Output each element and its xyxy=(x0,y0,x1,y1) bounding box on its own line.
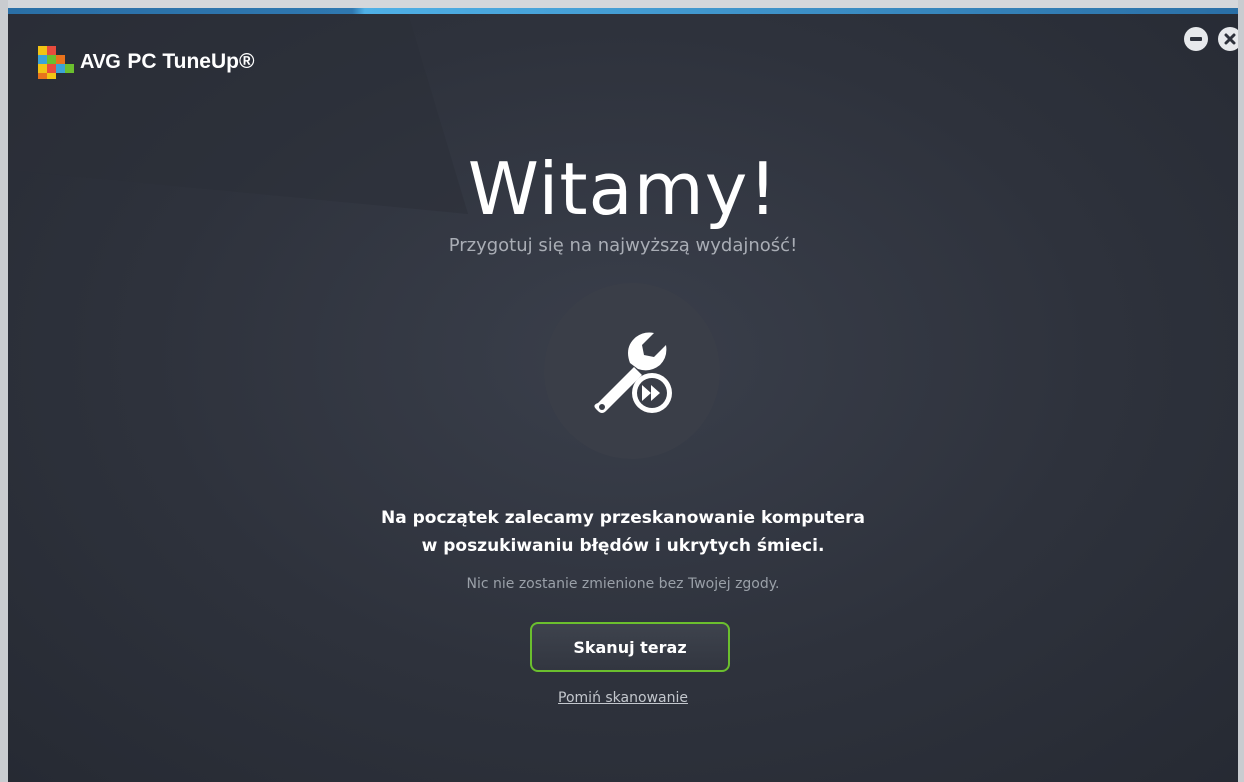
scan-recommendation-text: Na początek zalecamy przeskanowanie komp… xyxy=(8,504,1238,560)
close-button[interactable] xyxy=(1218,27,1238,51)
app-logo: AVG PC TuneUp® xyxy=(36,42,254,82)
minus-icon xyxy=(1190,37,1202,41)
desktop-background-left xyxy=(0,0,8,782)
desktop-background-top xyxy=(0,0,1244,8)
welcome-title: Witamy! xyxy=(467,147,779,231)
welcome-subtitle: Przygotuj się na najwyższą wydajność! xyxy=(448,235,798,256)
minimize-button[interactable] xyxy=(1184,27,1208,51)
consent-note: Nic nie zostanie zmienione bez Twojej zg… xyxy=(466,576,780,592)
skip-scan-link[interactable]: Pomiń skanowanie xyxy=(558,690,688,706)
app-window: AVG PC TuneUp® Witamy! Przygotuj się na … xyxy=(8,8,1238,782)
avg-logo-icon xyxy=(38,46,74,79)
desktop-background-right xyxy=(1238,0,1244,782)
tuneup-icon-circle xyxy=(544,283,720,459)
scan-recommendation-line-2: w poszukiwaniu błędów i ukrytych śmieci. xyxy=(421,536,825,556)
close-icon xyxy=(1224,33,1236,45)
window-top-accent-bar xyxy=(8,8,1238,14)
brand-name: AVG xyxy=(80,50,121,73)
wrench-fast-forward-icon xyxy=(594,332,672,413)
product-name: PC TuneUp® xyxy=(127,50,255,73)
scan-recommendation-line-1: Na początek zalecamy przeskanowanie komp… xyxy=(380,508,865,528)
scan-now-button[interactable]: Skanuj teraz xyxy=(530,622,730,672)
skip-scan-link-row: Pomiń skanowanie xyxy=(8,688,1238,708)
